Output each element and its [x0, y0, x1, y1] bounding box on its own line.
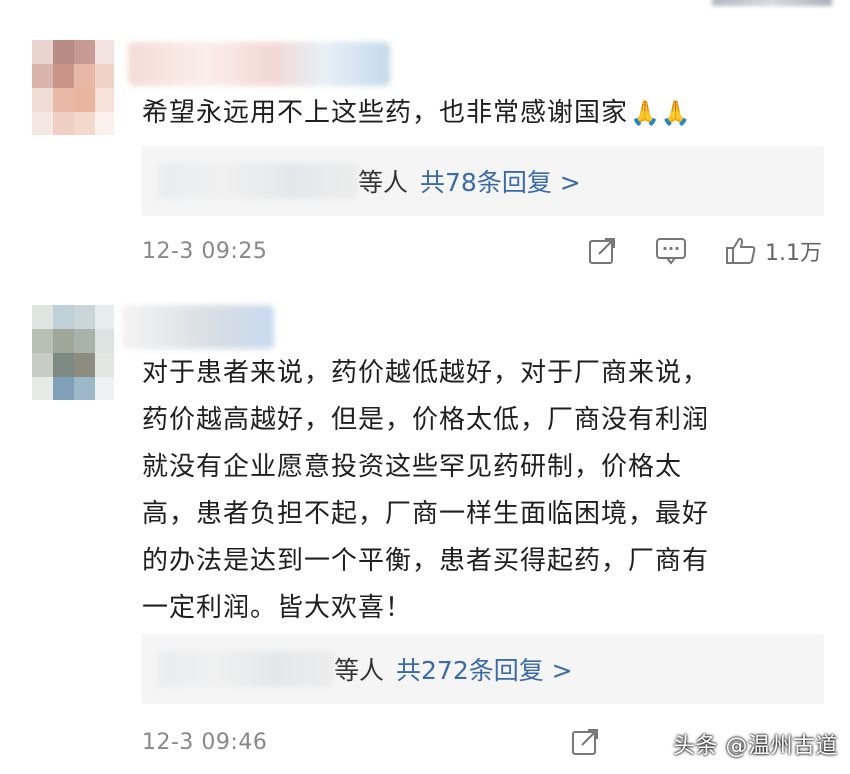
- share-icon: [572, 729, 598, 755]
- comment-actions: [532, 722, 600, 762]
- comment-text-line: 一定利润。皆大欢喜！: [142, 593, 413, 623]
- view-replies-link[interactable]: 共272条回复 >: [396, 651, 573, 687]
- comment-text-line: 高，患者负担不起，厂商一样生面临困境，最好: [142, 499, 710, 529]
- comment-time: 12-3 09:46: [142, 729, 268, 755]
- comment-item: 对于患者来说，药价越低越好，对于厂商来说， 药价越高越好，但是，价格太低，厂商没…: [0, 0, 850, 755]
- comment-text-line: 对于患者来说，药价越低越好，对于厂商来说，: [142, 358, 710, 388]
- comment-text-line: 的办法是达到一个平衡，患者买得起药，厂商有: [142, 546, 710, 576]
- watermark: 头条 @温州古道: [673, 734, 838, 759]
- reply-preview[interactable]: 等人 共272条回复 >: [142, 634, 824, 704]
- comment-text-line: 就没有企业愿意投资这些罕见药研制，价格太: [142, 452, 683, 482]
- comment-text: 对于患者来说，药价越低越好，对于厂商来说， 药价越高越好，但是，价格太低，厂商没…: [142, 350, 810, 632]
- replier-names: [158, 651, 334, 687]
- avatar[interactable]: [32, 305, 114, 400]
- username[interactable]: [122, 305, 274, 349]
- comment-text-line: 药价越高越好，但是，价格太低，厂商没有利润: [142, 405, 710, 435]
- share-button[interactable]: [570, 727, 600, 757]
- reply-suffix: 等人: [334, 656, 385, 685]
